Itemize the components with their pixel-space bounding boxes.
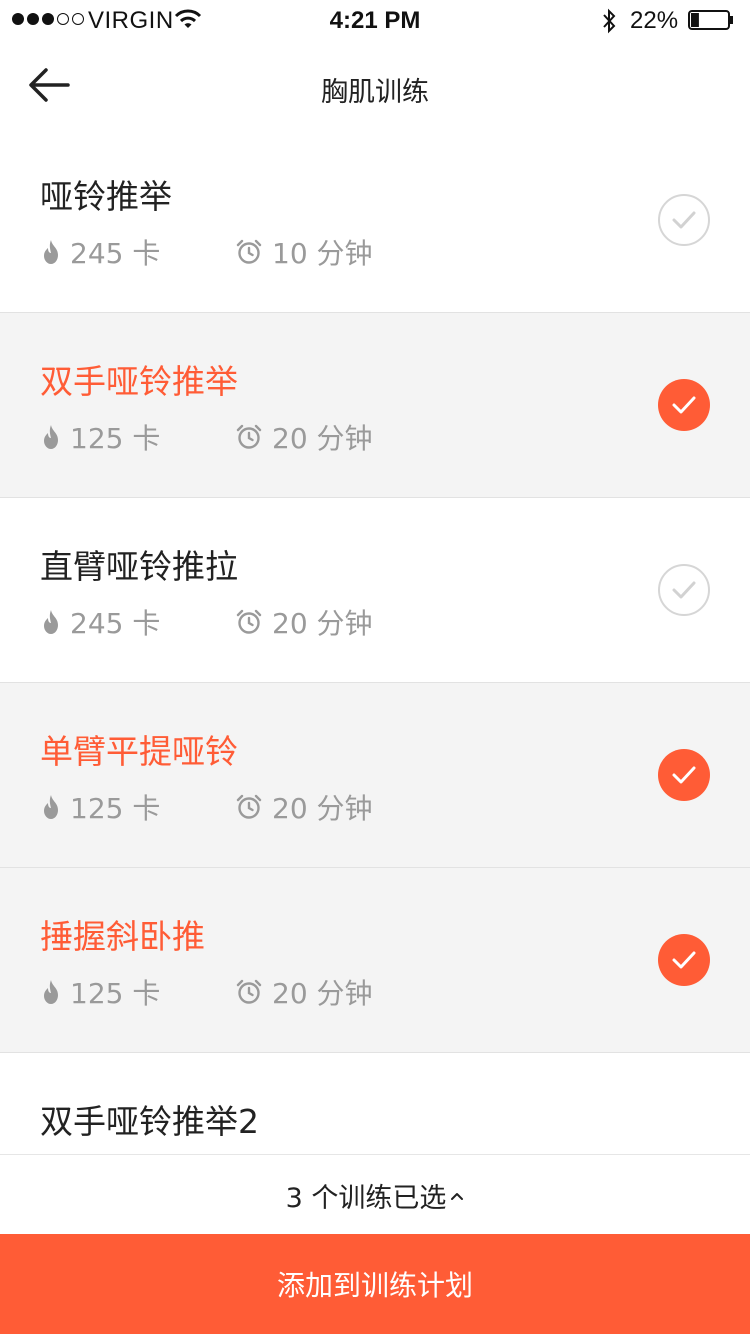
select-checkbox[interactable]	[658, 934, 710, 986]
status-bar: VIRGIN 4:21 PM 22%	[0, 0, 750, 40]
alarm-clock-icon	[236, 424, 262, 449]
checkmark-icon	[672, 396, 696, 414]
exercise-name: 直臂哑铃推拉	[40, 547, 238, 586]
flame-icon	[44, 610, 58, 634]
calories: 125 卡	[70, 977, 161, 1010]
exercise-meta: 245 卡 10 分钟	[40, 232, 373, 272]
calories: 245 卡	[70, 237, 161, 270]
checkmark-icon	[672, 581, 696, 599]
exercise-row[interactable]: 直臂哑铃推拉 245 卡 20 分钟	[0, 498, 750, 683]
selected-summary-text: 3 个训练已选	[285, 1182, 447, 1214]
alarm-clock-icon	[236, 609, 262, 634]
exercise-row[interactable]: 双手哑铃推举 125 卡 20 分钟	[0, 313, 750, 498]
select-checkbox[interactable]	[658, 749, 710, 801]
exercise-row[interactable]: 哑铃推举 245 卡 10 分钟	[0, 128, 750, 313]
exercise-row[interactable]: 捶握斜卧推 125 卡 20 分钟	[0, 868, 750, 1053]
exercise-row[interactable]: 单臂平提哑铃 125 卡 20 分钟	[0, 683, 750, 868]
flame-icon	[44, 240, 58, 264]
exercise-meta: 125 卡 20 分钟	[40, 972, 373, 1012]
checkmark-icon	[672, 951, 696, 969]
checkmark-icon	[672, 766, 696, 784]
flame-icon	[44, 795, 58, 819]
exercise-name: 单臂平提哑铃	[40, 732, 238, 771]
battery-icon	[688, 10, 733, 30]
flame-icon	[44, 980, 58, 1004]
flame-icon	[44, 425, 58, 449]
calories: 125 卡	[70, 792, 161, 825]
duration: 20 分钟	[272, 792, 373, 825]
battery-percent: 22%	[630, 7, 679, 34]
duration: 20 分钟	[272, 607, 373, 640]
exercise-meta: 245 卡 20 分钟	[40, 602, 373, 642]
exercise-name: 双手哑铃推举2	[40, 1102, 259, 1141]
page-title: 胸肌训练	[321, 77, 429, 108]
add-to-plan-button[interactable]: 添加到训练计划	[0, 1234, 750, 1334]
selected-summary-bar[interactable]: 3 个训练已选	[0, 1154, 750, 1235]
duration: 20 分钟	[272, 977, 373, 1010]
exercise-list: 哑铃推举 245 卡 10 分钟 双手哑铃推举 125 卡 20 分钟 直臂哑铃…	[0, 128, 750, 1238]
exercise-meta: 125 卡 20 分钟	[40, 417, 373, 457]
checkmark-icon	[672, 211, 696, 229]
alarm-clock-icon	[236, 794, 262, 819]
caret-up-icon	[451, 1193, 464, 1200]
alarm-clock-icon	[236, 979, 262, 1004]
bluetooth-icon	[603, 8, 616, 34]
calories: 125 卡	[70, 422, 161, 455]
select-checkbox[interactable]	[658, 194, 710, 246]
calories: 245 卡	[70, 607, 161, 640]
select-checkbox[interactable]	[658, 564, 710, 616]
select-checkbox[interactable]	[658, 379, 710, 431]
duration: 10 分钟	[272, 237, 373, 270]
duration: 20 分钟	[272, 422, 373, 455]
alarm-clock-icon	[236, 239, 262, 264]
exercise-meta: 125 卡 20 分钟	[40, 787, 373, 827]
exercise-name: 双手哑铃推举	[40, 362, 238, 401]
exercise-name: 哑铃推举	[40, 177, 172, 216]
nav-bar: 胸肌训练	[0, 40, 750, 130]
exercise-name: 捶握斜卧推	[40, 917, 205, 956]
